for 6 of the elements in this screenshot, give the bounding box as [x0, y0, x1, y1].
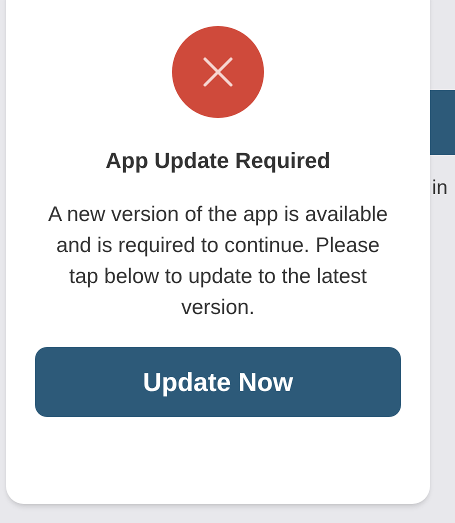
update-now-button[interactable]: Update Now	[35, 347, 401, 417]
dialog-title: App Update Required	[106, 147, 330, 175]
dialog-message: A new version of the app is available and is required to continue. Please tap below to update to the latest version.	[48, 202, 388, 321]
background-panel	[430, 90, 455, 155]
close-icon	[172, 26, 264, 118]
background-text: in	[432, 176, 449, 201]
